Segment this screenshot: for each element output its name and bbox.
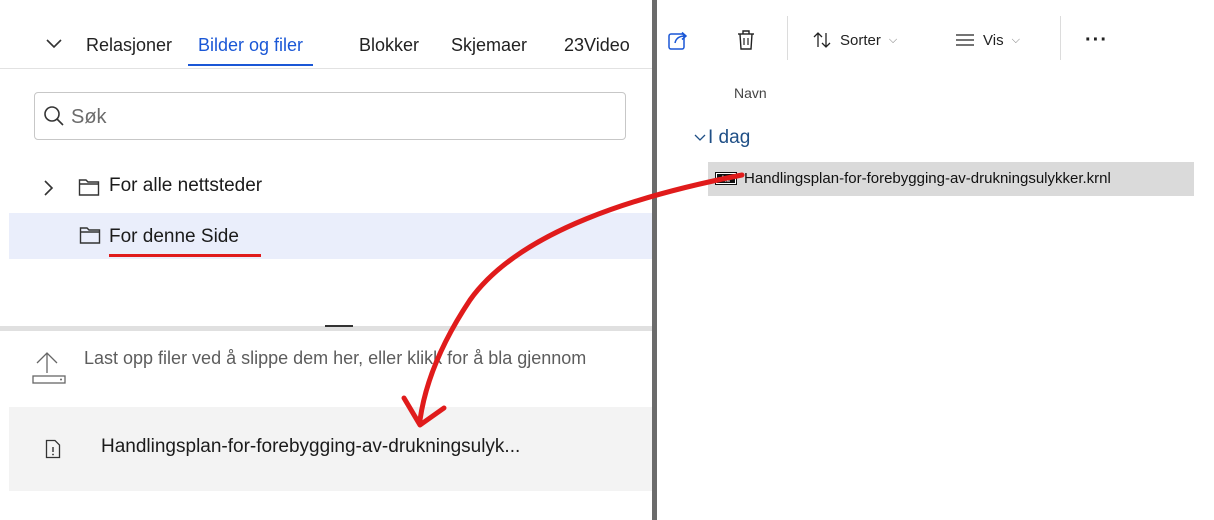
tab-skjemaer[interactable]: Skjemaer — [451, 30, 527, 66]
window-gap — [657, 0, 667, 520]
annotation-underline — [109, 254, 261, 257]
file-list-item[interactable]: kz Handlingsplan-for-forebygging-av-druk… — [708, 162, 1194, 196]
tab-bar: Relasjoner Bilder og filer Blokker Skjem… — [0, 0, 652, 69]
tab-blokker[interactable]: Blokker — [359, 30, 419, 66]
column-header-name[interactable]: Navn — [734, 85, 767, 101]
upload-hint: Last opp filer ved å slippe dem her, ell… — [84, 348, 587, 368]
chevron-down-icon: ⌵ — [888, 33, 898, 46]
uploaded-file-row[interactable]: Handlingsplan-for-forebygging-av-druknin… — [9, 407, 652, 491]
chevron-right-icon[interactable] — [41, 179, 55, 197]
group-label: I dag — [708, 127, 751, 148]
sort-icon — [813, 32, 831, 48]
cms-assets-panel: Relasjoner Bilder og filer Blokker Skjem… — [0, 0, 652, 520]
share-button[interactable] — [667, 22, 695, 58]
share-icon — [668, 31, 688, 50]
file-info-icon — [45, 439, 61, 459]
sort-label: Sorter — [840, 31, 881, 49]
search-input[interactable] — [69, 93, 613, 141]
tree-item-for-alle-nettsteder[interactable]: For alle nettsteder — [9, 165, 652, 211]
splitter-grip[interactable] — [325, 325, 353, 327]
tab-relasjoner[interactable]: Relasjoner — [86, 30, 172, 66]
file-item-name: Handlingsplan-for-forebygging-av-druknin… — [744, 170, 1111, 187]
trash-icon — [738, 30, 754, 50]
view-button[interactable]: Vis ⌵ — [955, 22, 1020, 58]
chevron-down-icon — [694, 127, 708, 149]
tree-item-label: For alle nettsteder — [109, 175, 263, 196]
file-explorer: Sorter ⌵ Vis ⌵ ··· Navn I dag kz Handlin… — [667, 0, 1214, 520]
upload-dropzone[interactable]: Last opp filer ved å slippe dem her, ell… — [0, 331, 652, 407]
toolbar-separator — [1060, 16, 1061, 60]
tab-23video[interactable]: 23Video — [564, 30, 630, 66]
folder-icon — [79, 227, 101, 244]
toolbar-separator — [787, 16, 788, 60]
view-label: Vis — [983, 31, 1004, 49]
upload-icon — [32, 352, 66, 384]
krnl-file-icon: kz — [715, 172, 737, 185]
search-box — [34, 92, 626, 141]
svg-text:kz: kz — [722, 175, 730, 184]
group-header-today[interactable]: I dag — [694, 127, 750, 149]
search-icon — [44, 106, 64, 126]
list-view-icon — [956, 34, 974, 46]
folder-icon — [78, 179, 100, 196]
delete-button[interactable] — [735, 22, 759, 58]
uploaded-file-name: Handlingsplan-for-forebygging-av-druknin… — [101, 436, 521, 457]
more-options-button[interactable]: ··· — [1085, 22, 1108, 58]
tab-bilder-og-filer[interactable]: Bilder og filer — [188, 30, 314, 66]
chevron-down-icon[interactable] — [44, 36, 64, 52]
tree-item-for-denne-side[interactable]: For denne Side — [9, 213, 652, 259]
chevron-down-icon: ⌵ — [1011, 33, 1020, 46]
sort-button[interactable]: Sorter ⌵ — [812, 22, 897, 58]
tree-item-label: For denne Side — [109, 226, 239, 247]
